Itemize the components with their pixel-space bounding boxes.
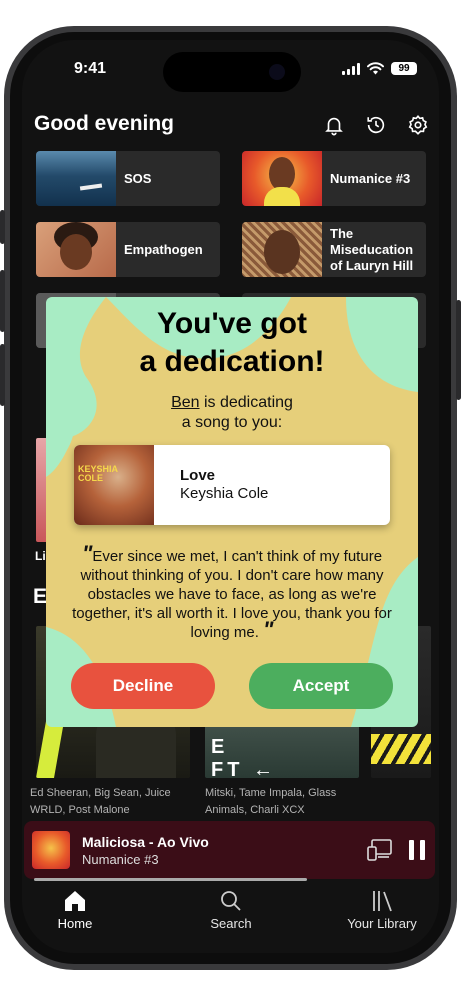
shortcut-label: SOS: [124, 170, 152, 186]
greeting-title: Good evening: [34, 112, 175, 135]
tab-label: Search: [210, 916, 252, 931]
action-button: [0, 210, 5, 244]
search-icon: [221, 891, 241, 911]
volume-down-button: [0, 344, 5, 406]
modal-title-line2: a dedication!: [139, 345, 325, 378]
dynamic-island: [163, 52, 301, 92]
shortcut-empathogen[interactable]: Empathogen: [36, 222, 220, 277]
settings-icon[interactable]: [407, 114, 429, 136]
close-quote-icon: ": [263, 617, 274, 642]
open-quote-icon: ": [81, 541, 93, 566]
dedication-message: Ben is dedicating a song to you:: [46, 393, 418, 433]
pause-icon[interactable]: [409, 840, 425, 860]
song-title: Love: [180, 467, 216, 484]
shortcut-miseducation[interactable]: The Miseducation of Lauryn Hill: [242, 222, 426, 277]
decline-button[interactable]: Decline: [71, 663, 215, 709]
dedication-quote: "Ever since we met, I can't think of my …: [64, 543, 400, 642]
now-playing-bar[interactable]: Maliciosa - Ao Vivo Numanice #3: [24, 821, 435, 881]
bell-icon[interactable]: [323, 114, 345, 136]
song-cover-text: KEYSHIA COLE: [78, 464, 118, 483]
header-actions: [323, 114, 429, 136]
battery-icon: 99: [391, 62, 417, 75]
connect-device-icon[interactable]: [367, 839, 393, 861]
album-cover-numanice: [242, 151, 322, 206]
song-cover-art: KEYSHIA COLE: [74, 445, 154, 525]
shortcut-numanice-3[interactable]: Numanice #3: [242, 151, 426, 206]
modal-title: You've got a dedication!: [46, 305, 418, 381]
modal-title-line1: You've got: [157, 307, 307, 340]
row-label-peek: Li: [35, 549, 46, 563]
dedication-message-text: is dedicating: [199, 394, 293, 411]
shortcut-label: The Miseducation of Lauryn Hill: [330, 225, 414, 273]
camera-icon: [269, 64, 285, 80]
dedication-modal: You've got a dedication! Ben is dedicati…: [46, 297, 418, 727]
tab-label: Your Library: [347, 916, 417, 931]
dedicated-song-card[interactable]: KEYSHIA COLE Love Keyshia Cole: [74, 445, 390, 525]
now-playing-cover: [32, 831, 70, 869]
status-icons: 99: [342, 62, 417, 75]
wifi-icon: [367, 62, 384, 75]
tab-home[interactable]: Home: [30, 890, 120, 931]
now-playing-title: Maliciosa - Ao Vivo: [82, 834, 209, 850]
mix-card-1-artists: Ed Sheeran, Big Sean, Juice WRLD, Post M…: [30, 787, 171, 816]
tab-bar: Home Search Your Library: [22, 886, 439, 953]
album-cover-sos: [36, 151, 116, 206]
now-playing-subtitle: Numanice #3: [82, 852, 159, 867]
power-button: [456, 300, 461, 400]
playback-progress[interactable]: [34, 878, 307, 881]
section-title-peek: E: [33, 585, 48, 608]
shortcut-label: Numanice #3: [330, 170, 411, 186]
app-screen: 9:41 99 Good evening SOS Numanice #3 Emp…: [22, 40, 439, 953]
tab-label: Home: [57, 916, 93, 931]
status-bar: 9:41 99: [22, 40, 439, 92]
quote-text: Ever since we met, I can't think of my f…: [72, 548, 392, 641]
album-cover-miseducation: [242, 222, 322, 277]
status-time: 9:41: [74, 60, 107, 77]
tab-search[interactable]: Search: [186, 890, 276, 931]
library-icon: [373, 891, 392, 912]
sender-link[interactable]: Ben: [171, 394, 199, 411]
home-icon: [65, 891, 85, 911]
dedication-message-line2: a song to you:: [181, 414, 283, 431]
volume-up-button: [0, 270, 5, 332]
tab-library[interactable]: Your Library: [337, 890, 427, 931]
song-artist: Keyshia Cole: [180, 485, 269, 502]
signal-icon: [342, 62, 360, 75]
album-cover-empathogen: [36, 222, 116, 277]
shortcut-sos[interactable]: SOS: [36, 151, 220, 206]
accept-button[interactable]: Accept: [249, 663, 393, 709]
history-icon[interactable]: [365, 114, 387, 136]
shortcut-label: Empathogen: [124, 241, 203, 257]
mix-card-2-lettering: E FT ←: [211, 736, 277, 778]
mix-card-2-artists: Mitski, Tame Impala, Glass Animals, Char…: [205, 787, 337, 816]
